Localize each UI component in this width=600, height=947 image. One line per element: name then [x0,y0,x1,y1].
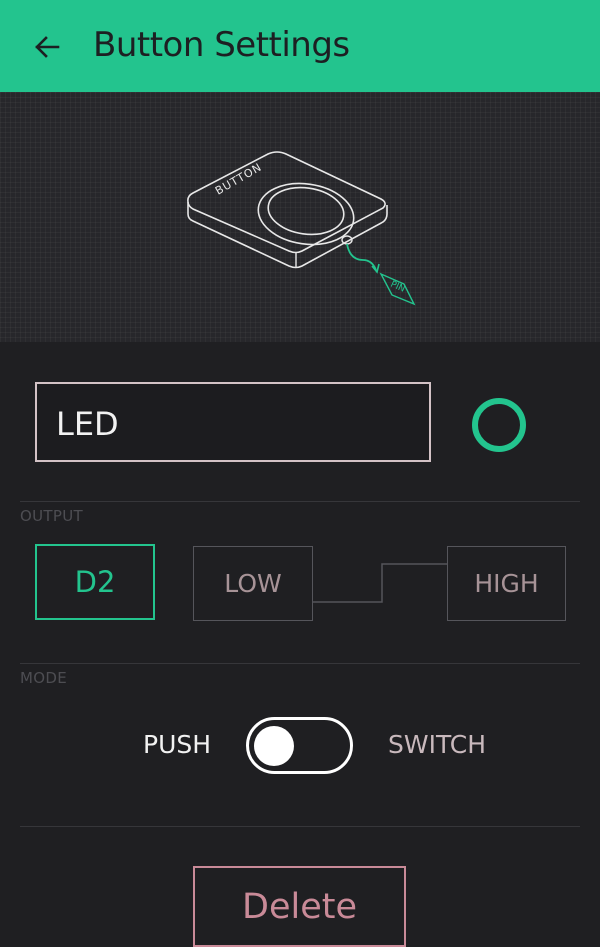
button-settings-screen: Button Settings BUTTON PIN LED OUTPUT D2… [0,0,600,947]
high-value-button[interactable]: HIGH [447,546,566,621]
pin-select-label: D2 [74,565,116,599]
push-mode-label[interactable]: PUSH [143,727,211,763]
mode-toggle[interactable] [246,717,353,774]
widget-name-input[interactable]: LED [35,382,431,462]
widget-name-value: LED [56,405,119,443]
arrow-left-icon[interactable] [30,30,64,64]
low-value-button[interactable]: LOW [193,546,313,621]
color-picker-circle-icon[interactable] [472,398,526,452]
widget-illustration: BUTTON PIN [0,92,600,342]
button-device-illustration: BUTTON PIN [187,151,416,306]
app-header: Button Settings [0,0,600,92]
high-value-label: HIGH [474,569,539,598]
page-title: Button Settings [93,25,350,65]
divider [20,826,580,827]
low-value-label: LOW [224,569,282,598]
toggle-knob [254,726,294,766]
divider [20,663,580,664]
signal-wave-icon [312,563,448,603]
divider [20,501,580,502]
pin-select-button[interactable]: D2 [35,544,155,620]
delete-button[interactable]: Delete [193,866,406,947]
delete-button-label: Delete [242,886,357,927]
mode-section-label: MODE [20,669,67,687]
switch-mode-label[interactable]: SWITCH [388,727,486,763]
output-section-label: OUTPUT [20,507,83,525]
